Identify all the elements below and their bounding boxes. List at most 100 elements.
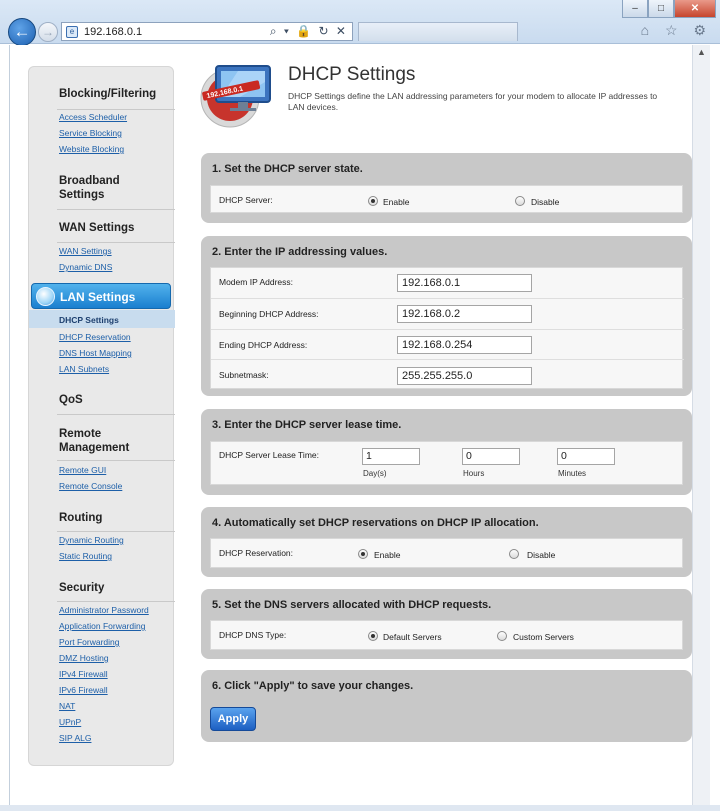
sidebar-item-wan-settings[interactable]: WAN Settings [59,246,112,256]
sidebar-item-dynamic-dns[interactable]: Dynamic DNS [59,262,112,272]
page-description: DHCP Settings define the LAN addressing … [288,91,658,112]
sidebar-item-static-routing[interactable]: Static Routing [59,551,112,561]
section-title: 6. Click "Apply" to save your changes. [212,680,414,692]
lease-time-label: DHCP Server Lease Time: [219,450,319,460]
lan-heading-label: LAN Settings [60,290,136,304]
broadband-line-2: Settings [59,189,105,201]
apply-button[interactable]: Apply [210,707,256,731]
lease-days-input[interactable]: 1 [362,448,420,465]
days-label: Day(s) [363,469,387,478]
ending-dhcp-input[interactable]: 192.168.0.254 [397,336,532,354]
form-row: Ending DHCP Address: 192.168.0.254 [211,329,684,359]
section-dns: 5. Set the DNS servers allocated with DH… [201,589,692,659]
form-row: DHCP Reservation: Enable Disable [211,539,684,569]
section-title: 4. Automatically set DHCP reservations o… [212,517,539,529]
dns-default-radio[interactable] [368,631,378,641]
vertical-scrollbar[interactable]: ▲ [692,45,710,805]
lease-hours-input[interactable]: 0 [462,448,520,465]
section-apply: 6. Click "Apply" to save your changes. [201,670,692,742]
sidebar-item-ipv4-firewall[interactable]: IPv4 Firewall [59,669,108,679]
sidebar-heading-wan[interactable]: WAN Settings [59,221,134,235]
sidebar-heading-lan[interactable]: LAN Settings [31,283,171,309]
section-body: Modem IP Address: 192.168.0.1 Beginning … [210,267,684,389]
lease-minutes-input[interactable]: 0 [557,448,615,465]
sidebar-item-admin-password[interactable]: Administrator Password [59,605,149,615]
sidebar-heading-remote[interactable]: Remote Management [59,427,129,455]
section-body: DHCP DNS Type: Default Servers Custom Se… [210,620,683,650]
dhcp-reservation-label: DHCP Reservation: [219,548,294,558]
sidebar-heading-security[interactable]: Security [59,581,104,595]
divider [57,209,175,210]
section-body: DHCP Server: Enable Disable [210,185,683,213]
section-body: DHCP Reservation: Enable Disable [210,538,683,568]
sidebar-item-dynamic-routing[interactable]: Dynamic Routing [59,535,124,545]
sidebar-heading-routing[interactable]: Routing [59,511,102,525]
section-reservation: 4. Automatically set DHCP reservations o… [201,507,692,577]
sidebar-item-service-blocking[interactable]: Service Blocking [59,128,122,138]
close-window-button[interactable]: ✕ [674,0,716,18]
modem-ip-input[interactable]: 192.168.0.1 [397,274,532,292]
subnetmask-label: Subnetmask: [219,370,269,380]
sidebar-item-lan-subnets[interactable]: LAN Subnets [59,364,109,374]
divider [57,460,175,461]
back-arrow-icon[interactable]: ← [8,18,36,46]
minutes-label: Minutes [558,469,587,478]
form-row: DHCP Server: Enable Disable [211,186,684,214]
dhcp-server-disable-radio[interactable] [515,196,525,206]
broadband-line-1: Broadband [59,175,120,187]
sidebar-item-application-forwarding[interactable]: Application Forwarding [59,621,145,631]
beginning-dhcp-input[interactable]: 192.168.0.2 [397,305,532,323]
sidebar-item-dns-host-mapping[interactable]: DNS Host Mapping [59,348,132,358]
section-body: DHCP Server Lease Time: 1 Day(s) 0 Hours… [210,441,683,485]
custom-servers-label: Custom Servers [513,632,574,642]
sidebar-item-ipv6-firewall[interactable]: IPv6 Firewall [59,685,108,695]
address-tools-icons[interactable]: ⌕ ▾ 🔒 ↻ ✕ [270,24,348,39]
sidebar-heading-broadband[interactable]: Broadband Settings [59,174,120,202]
disable-label: Disable [527,550,556,560]
section-title: 2. Enter the IP addressing values. [212,246,388,258]
default-servers-label: Default Servers [383,632,442,642]
sidebar-item-dhcp-reservation[interactable]: DHCP Reservation [59,332,131,342]
sidebar-item-access-scheduler[interactable]: Access Scheduler [59,112,127,122]
sidebar-item-remote-gui[interactable]: Remote GUI [59,465,106,475]
divider [57,109,175,110]
sidebar-item-sip-alg[interactable]: SIP ALG [59,733,91,743]
form-row: DHCP DNS Type: Default Servers Custom Se… [211,621,684,651]
remote-line-1: Remote [59,428,102,440]
beginning-dhcp-label: Beginning DHCP Address: [219,309,319,319]
maximize-button[interactable]: □ [648,0,674,18]
sidebar-item-website-blocking[interactable]: Website Blocking [59,144,124,154]
window-bottom-border [0,805,720,811]
new-tab[interactable] [358,22,518,41]
dns-custom-radio[interactable] [497,631,507,641]
sidebar-item-remote-console[interactable]: Remote Console [59,481,122,491]
divider [57,242,175,243]
sidebar-heading-qos[interactable]: QoS [59,393,83,407]
toolbar-icons[interactable]: ⌂ ☆ ⚙ [641,22,712,39]
sidebar-item-nat[interactable]: NAT [59,701,75,711]
forward-arrow-icon[interactable]: → [38,22,58,42]
globe-icon [36,287,55,306]
reservation-enable-radio[interactable] [358,549,368,559]
sidebar-heading-blocking[interactable]: Blocking/Filtering [59,87,156,101]
section-server-state: 1. Set the DHCP server state. DHCP Serve… [201,153,692,223]
sidebar-item-dmz-hosting[interactable]: DMZ Hosting [59,653,109,663]
form-row: Beginning DHCP Address: 192.168.0.2 [211,298,684,329]
sidebar-item-dhcp-settings[interactable]: DHCP Settings [59,315,119,325]
divider [57,601,175,602]
modem-ip-label: Modem IP Address: [219,277,294,287]
sidebar-item-upnp[interactable]: UPnP [59,717,81,727]
address-bar[interactable]: e 192.168.0.1 ⌕ ▾ 🔒 ↻ ✕ [61,22,353,41]
minimize-button[interactable]: – [622,0,648,18]
remote-line-2: Management [59,442,130,454]
dhcp-server-enable-radio[interactable] [368,196,378,206]
ending-dhcp-label: Ending DHCP Address: [219,340,308,350]
page-icon: e [66,25,78,38]
reservation-disable-radio[interactable] [509,549,519,559]
address-text: 192.168.0.1 [84,25,143,38]
scroll-up-icon[interactable]: ▲ [697,47,706,57]
browser-toolbar: – □ ✕ ← → e 192.168.0.1 ⌕ ▾ 🔒 ↻ ✕ ⌂ ☆ ⚙ [0,0,720,46]
subnetmask-input[interactable]: 255.255.255.0 [397,367,532,385]
sidebar-nav: Blocking/Filtering Access Scheduler Serv… [28,66,175,766]
sidebar-item-port-forwarding[interactable]: Port Forwarding [59,637,119,647]
